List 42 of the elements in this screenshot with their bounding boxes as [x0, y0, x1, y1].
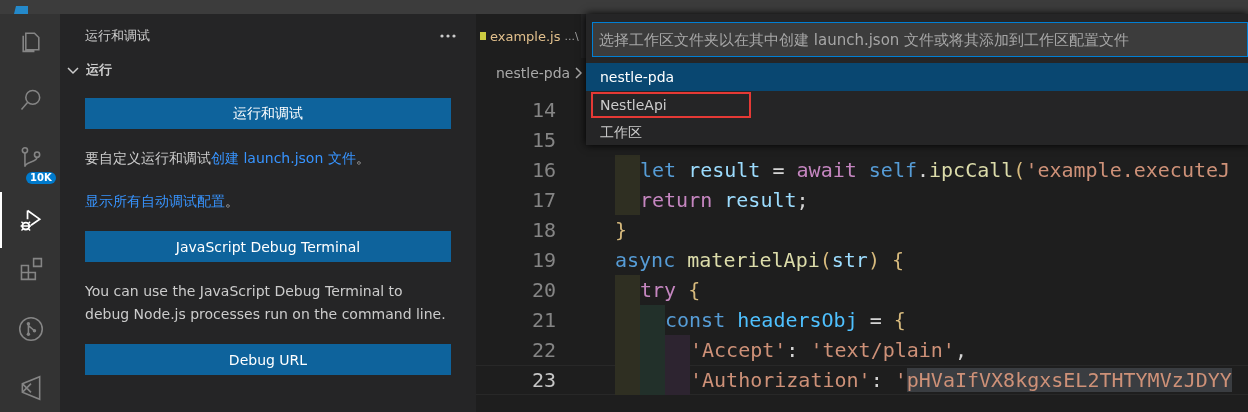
code-line: return result; — [590, 185, 809, 215]
chevron-icon — [574, 66, 585, 80]
show-configs-text: 显示所有自动调试配置。 — [85, 192, 240, 211]
code-line: async materielApi(str) { — [614, 247, 905, 274]
run-debug-icon[interactable] — [18, 207, 44, 233]
line-number: 16 — [530, 158, 557, 182]
code-line: 'Authorization': 'pHVaIfVX8kgxsEL2THTYMVzJDYY — [590, 365, 1232, 395]
description-text: You can use the JavaScript Debug Terminal to debug Node.js processes run on the command line. — [85, 282, 447, 324]
activity-item[interactable]: 10K — [0, 146, 60, 184]
sidebar-title: 运行和调试 — [85, 27, 150, 45]
line-number: 21 — [530, 308, 557, 332]
action-button[interactable]: Debug URL — [85, 344, 451, 375]
quick-pick-input[interactable]: 选择工作区文件夹以在其中创建 launch.json 文件或将其添加到工作区配置文件 — [592, 22, 1248, 57]
line-number: 22 — [530, 338, 557, 362]
line-number: 15 — [530, 128, 557, 152]
code-line: 'Accept': 'text/plain', — [590, 335, 967, 365]
file-icon — [480, 29, 486, 43]
code-line: let result = await self.ipcCall('example.executeJ — [590, 155, 1231, 185]
line-number: 23 — [530, 368, 557, 392]
line-number: 19 — [530, 248, 557, 272]
git-graph-icon[interactable] — [18, 315, 44, 342]
quick-pick-item[interactable]: nestle-pda — [586, 63, 1248, 91]
count-badge: 10K — [26, 172, 56, 185]
breadcrumb[interactable]: nestle-pda — [496, 65, 571, 81]
editor-tab[interactable]: example.js ...\ — [476, 14, 581, 58]
more-actions-icon[interactable] — [440, 34, 456, 38]
line-number: 18 — [530, 218, 557, 242]
extensions-icon[interactable] — [18, 256, 44, 283]
code-line: try { — [590, 275, 701, 305]
line-number: 20 — [530, 278, 557, 302]
description-text: 要自定义运行和调试创建 launch.json 文件。 — [85, 149, 371, 168]
section-header[interactable]: 运行 — [60, 58, 476, 82]
code-line: const headersObj = { — [590, 305, 906, 335]
line-number: 14 — [530, 98, 557, 122]
line-number: 17 — [530, 188, 557, 212]
quick-pick-item[interactable]: 工作区 — [586, 119, 1248, 147]
quick-pick-item[interactable]: NestleApi — [590, 91, 752, 119]
action-button[interactable]: 运行和调试 — [85, 98, 451, 129]
show-configs-link[interactable]: 显示所有自动调试配置 — [85, 193, 225, 209]
action-button[interactable]: JavaScript Debug Terminal — [85, 231, 451, 262]
create-launch-link[interactable]: 创建 launch.json 文件 — [211, 150, 356, 166]
code-line: } — [614, 217, 628, 244]
